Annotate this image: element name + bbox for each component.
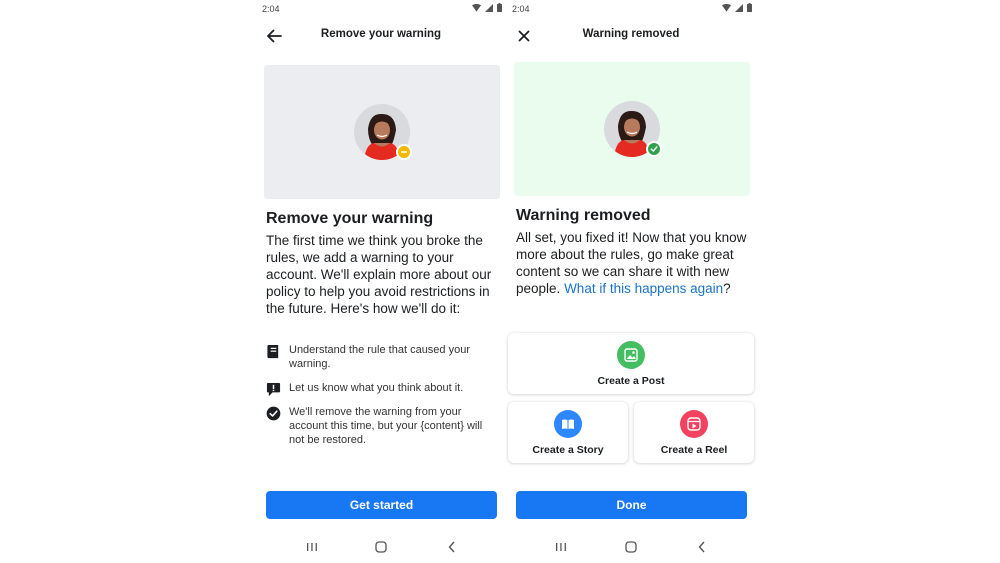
warning-badge (396, 144, 412, 160)
create-story-label: Create a Story (532, 444, 604, 456)
step-text: Let us know what you think about it. (289, 382, 464, 394)
home-icon (375, 541, 387, 553)
steps-list: Understand the rule that caused your war… (266, 343, 500, 457)
hero-image (264, 65, 500, 199)
create-post-label: Create a Post (597, 375, 665, 387)
system-back-button[interactable] (692, 538, 712, 556)
check-circle-icon (266, 406, 281, 421)
wifi-icon (722, 3, 731, 12)
home-button[interactable] (371, 538, 391, 556)
signal-icon (735, 3, 743, 12)
system-nav-bar (256, 538, 506, 556)
get-started-button[interactable]: Get started (266, 491, 497, 519)
create-story-card[interactable]: Create a Story (508, 402, 628, 463)
create-post-card[interactable]: Create a Post (508, 333, 754, 394)
page-title: Remove your warning (320, 28, 442, 40)
create-post-icon-wrap (617, 341, 645, 369)
check-icon (650, 146, 658, 152)
battery-icon (497, 3, 502, 12)
remove-warning-screen: 2:04 Remove your warning Remove your war… (256, 0, 506, 563)
page-title: Warning removed (582, 28, 680, 40)
list-item: Let us know what you think about it. (266, 381, 500, 397)
success-badge (646, 141, 662, 157)
status-icons (722, 3, 752, 12)
chevron-left-icon (448, 541, 455, 553)
recents-icon (556, 543, 566, 551)
status-icons (472, 3, 502, 12)
system-nav-bar (506, 538, 756, 556)
app-bar: Remove your warning (256, 22, 506, 48)
status-time: 2:04 (512, 4, 530, 14)
create-reel-card[interactable]: Create a Reel (634, 402, 754, 463)
body-text: The first time we think you broke the ru… (266, 233, 492, 316)
create-story-icon-wrap (554, 410, 582, 438)
photo-icon (624, 348, 638, 362)
book-icon (267, 344, 279, 359)
home-button[interactable] (621, 538, 641, 556)
recents-icon (307, 543, 317, 551)
warning-removed-screen: 2:04 Warning removed Warning removed All… (506, 0, 756, 563)
heading: Remove your warning (266, 210, 434, 227)
body-end: ? (723, 281, 731, 296)
wifi-icon (472, 3, 481, 12)
step-text: We'll remove the warning from your accou… (289, 406, 483, 446)
battery-icon (747, 3, 752, 12)
recents-button[interactable] (302, 538, 322, 556)
create-reel-label: Create a Reel (660, 444, 728, 456)
what-if-link[interactable]: What if this happens again (564, 281, 723, 296)
done-button[interactable]: Done (516, 491, 747, 519)
recents-button[interactable] (551, 538, 571, 556)
speech-bubble-icon (266, 382, 281, 397)
status-bar: 2:04 (260, 2, 502, 16)
avatar (604, 101, 662, 157)
status-bar: 2:04 (510, 2, 752, 16)
minus-icon (401, 151, 407, 153)
home-icon (625, 541, 637, 553)
body-text: All set, you fixed it! Now that you know… (516, 229, 750, 297)
app-bar: Warning removed (506, 22, 756, 48)
create-reel-icon-wrap (680, 410, 708, 438)
chevron-left-icon (698, 541, 705, 553)
reel-icon (687, 417, 701, 431)
hero-image (514, 62, 750, 196)
avatar (354, 104, 412, 160)
system-back-button[interactable] (442, 538, 462, 556)
signal-icon (485, 3, 493, 12)
list-item: We'll remove the warning from your accou… (266, 405, 500, 447)
heading: Warning removed (516, 207, 651, 224)
status-time: 2:04 (262, 4, 280, 14)
step-text: Understand the rule that caused your war… (289, 344, 471, 370)
list-item: Understand the rule that caused your war… (266, 343, 500, 371)
book-open-icon (562, 419, 574, 429)
